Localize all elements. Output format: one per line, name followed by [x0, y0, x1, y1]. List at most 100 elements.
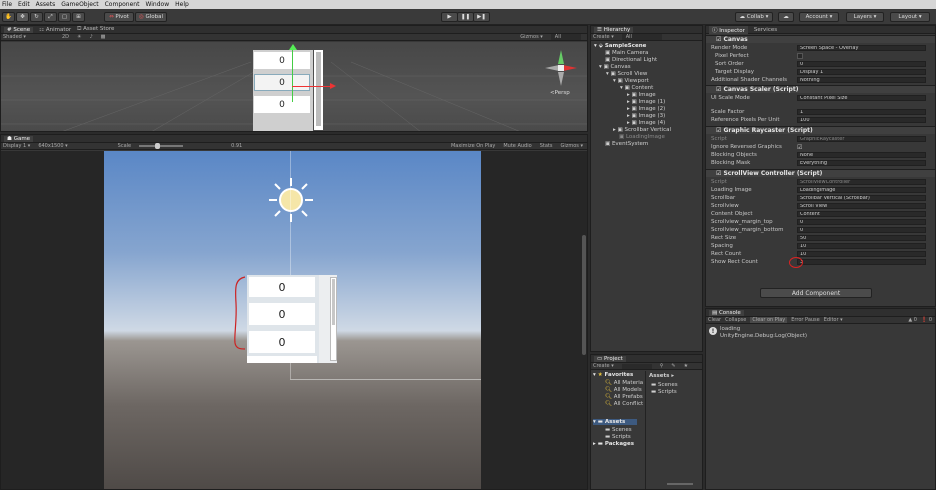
- gizmo-y-arrow-icon[interactable]: [289, 44, 297, 50]
- game-scrollbar-handle[interactable]: [332, 279, 335, 325]
- content-object-field[interactable]: Content: [797, 211, 926, 217]
- editor-dropdown[interactable]: Editor ▾: [824, 317, 843, 323]
- hierarchy-item-samplescene[interactable]: ▾ ⬙ SampleScene: [594, 43, 646, 49]
- favorite-all-prefabs[interactable]: 🔍︎ All Prefabs: [605, 394, 643, 400]
- hierarchy-item-loadingimage[interactable]: ▣ LoadingImage: [619, 134, 665, 140]
- favorite-all-materials[interactable]: 🔍︎ All Materia: [605, 380, 643, 386]
- rect-tool-icon[interactable]: ▢: [58, 12, 71, 22]
- maximize-on-play-toggle[interactable]: Maximize On Play: [451, 143, 495, 149]
- console-log-entry[interactable]: ! loading UnityEngine.Debug:Log(Object): [707, 325, 935, 341]
- mode-2d-toggle[interactable]: 2D: [62, 34, 69, 40]
- menu-gameobject[interactable]: GameObject: [61, 1, 98, 8]
- tab-scene[interactable]: # Scene: [4, 26, 34, 33]
- assets-grid-scenes[interactable]: ▬ Scenes: [651, 382, 678, 388]
- transform-tool-icon[interactable]: ⊞: [72, 12, 85, 22]
- hierarchy-item-image-1[interactable]: ▸ ▣ Image (1): [627, 99, 665, 105]
- packages-folder[interactable]: ▸ ▬ Packages: [593, 441, 634, 447]
- gizmo-x-axis[interactable]: [292, 86, 332, 87]
- hierarchy-item-image-3[interactable]: ▸ ▣ Image (3): [627, 113, 665, 119]
- hierarchy-item-image[interactable]: ▸ ▣ Image: [627, 92, 656, 98]
- pause-button[interactable]: ❚❚: [457, 12, 474, 22]
- margin-top-field[interactable]: 0: [797, 219, 926, 225]
- game-view-scrollbar[interactable]: [582, 235, 586, 355]
- hierarchy-item-scrollbar-vertical[interactable]: ▸ ▣ Scrollbar Vertical: [613, 127, 671, 133]
- error-pause-toggle[interactable]: Error Pause: [791, 317, 819, 323]
- tab-hierarchy[interactable]: ☰ Hierarchy: [594, 26, 634, 33]
- icon-size-slider[interactable]: [667, 483, 693, 485]
- pixel-perfect-checkbox[interactable]: [797, 53, 803, 59]
- margin-bottom-field[interactable]: 0: [797, 227, 926, 233]
- game-render[interactable]: 0 0 0: [104, 151, 481, 489]
- add-component-button[interactable]: Add Component: [760, 288, 872, 298]
- scale-tool-icon[interactable]: ⤢: [44, 12, 57, 22]
- step-button[interactable]: ▶❚: [473, 12, 490, 22]
- pivot-toggle[interactable]: ⇔ Pivot: [104, 12, 134, 22]
- hierarchy-item-viewport[interactable]: ▾ ▣ Viewport: [613, 78, 649, 84]
- clear-on-play-toggle[interactable]: Clear on Play: [750, 317, 788, 323]
- project-search-input[interactable]: [621, 363, 652, 369]
- ui-scale-mode-dropdown[interactable]: Constant Pixel Size: [797, 95, 926, 101]
- console-collapse-button[interactable]: Collapse: [725, 317, 746, 323]
- error-count[interactable]: ❗ 0: [921, 317, 932, 323]
- shading-dropdown[interactable]: Shaded ▾: [3, 34, 26, 40]
- checkbox-icon[interactable]: ☑: [716, 86, 723, 93]
- show-rect-count-field[interactable]: 3: [797, 259, 926, 265]
- tab-project[interactable]: ▭ Project: [594, 355, 626, 362]
- hierarchy-create-dropdown[interactable]: Create ▾: [593, 34, 614, 40]
- project-create-dropdown[interactable]: Create ▾: [593, 363, 614, 369]
- move-tool-icon[interactable]: ✥: [16, 12, 29, 22]
- checkbox-icon[interactable]: ☑: [716, 36, 723, 43]
- canvas-component-header[interactable]: ☑ Canvas: [706, 35, 935, 43]
- canvas-scaler-header[interactable]: ☑ Canvas Scaler (Script): [706, 85, 935, 93]
- effects-icon[interactable]: ▩: [101, 34, 106, 40]
- menu-assets[interactable]: Assets: [36, 1, 56, 8]
- hierarchy-search-input[interactable]: All: [621, 34, 662, 40]
- favorite-all-models[interactable]: 🔍︎ All Models: [605, 387, 642, 393]
- mute-audio-toggle[interactable]: Mute Audio: [503, 143, 531, 149]
- assets-scripts-folder[interactable]: ▬ Scripts: [605, 434, 631, 440]
- hierarchy-item-content[interactable]: ▾ ▣ Content: [620, 85, 653, 91]
- collab-button[interactable]: ☁ Collab ▾: [735, 12, 773, 22]
- game-scrollview[interactable]: 0 0 0: [247, 275, 337, 363]
- favorite-all-conflict[interactable]: 🔍︎ All Conflict: [605, 401, 643, 407]
- checkbox-icon[interactable]: ☑: [716, 170, 723, 177]
- display-dropdown[interactable]: Display 1 ▾: [3, 143, 30, 149]
- rotate-tool-icon[interactable]: ↻: [30, 12, 43, 22]
- hierarchy-item-main-camera[interactable]: ▣ Main Camera: [605, 50, 648, 56]
- menu-file[interactable]: File: [2, 1, 12, 8]
- tab-inspector[interactable]: ⓘ Inspector: [709, 26, 748, 34]
- hierarchy-item-eventsystem[interactable]: ▣ EventSystem: [605, 141, 648, 147]
- render-mode-dropdown[interactable]: Screen Space - Overlay: [797, 45, 926, 51]
- hierarchy-item-image-4[interactable]: ▸ ▣ Image (4): [627, 120, 665, 126]
- scrollview-field[interactable]: Scroll View: [797, 203, 926, 209]
- scene-viewport[interactable]: 0 0 0 <Persp: [1, 42, 587, 131]
- loading-image-field[interactable]: LoadingImage: [797, 187, 926, 193]
- hierarchy-item-canvas[interactable]: ▾ ▣ Canvas: [599, 64, 631, 70]
- hierarchy-item-directional-light[interactable]: ▣ Directional Light: [605, 57, 657, 63]
- tab-services[interactable]: Services: [754, 27, 777, 33]
- scale-factor-field[interactable]: 1: [797, 109, 926, 115]
- tab-asset-store[interactable]: ⛋ Asset Store: [77, 26, 114, 33]
- audio-icon[interactable]: ♪: [89, 34, 92, 40]
- scale-slider-handle[interactable]: [155, 143, 161, 149]
- hand-tool-icon[interactable]: ✋: [2, 12, 15, 22]
- lighting-icon[interactable]: ☀: [77, 34, 81, 40]
- global-toggle[interactable]: ◎ Global: [135, 12, 167, 22]
- label-icon[interactable]: ✎: [671, 363, 675, 369]
- blocking-objects-dropdown[interactable]: None: [797, 152, 926, 158]
- gizmo-x-arrow-icon[interactable]: [330, 83, 336, 89]
- layers-dropdown[interactable]: Layers ▾: [846, 12, 884, 22]
- hierarchy-item-scroll-view[interactable]: ▾ ▣ Scroll View: [606, 71, 647, 77]
- assets-grid-scripts[interactable]: ▬ Scripts: [651, 389, 677, 395]
- gizmo-y-axis[interactable]: [292, 47, 293, 102]
- resolution-dropdown[interactable]: 640x1500 ▾: [38, 143, 67, 149]
- menu-component[interactable]: Component: [105, 1, 140, 8]
- spacing-field[interactable]: 10: [797, 243, 926, 249]
- layout-dropdown[interactable]: Layout ▾: [890, 12, 930, 22]
- graphic-raycaster-header[interactable]: ☑ Graphic Raycaster (Script): [706, 126, 935, 134]
- filter-icon[interactable]: ⚲: [660, 363, 664, 369]
- assets-scenes-folder[interactable]: ▬ Scenes: [605, 427, 632, 433]
- game-gizmos-dropdown[interactable]: Gizmos ▾: [560, 143, 583, 149]
- console-clear-button[interactable]: Clear: [708, 317, 721, 323]
- rect-size-field[interactable]: 50: [797, 235, 926, 241]
